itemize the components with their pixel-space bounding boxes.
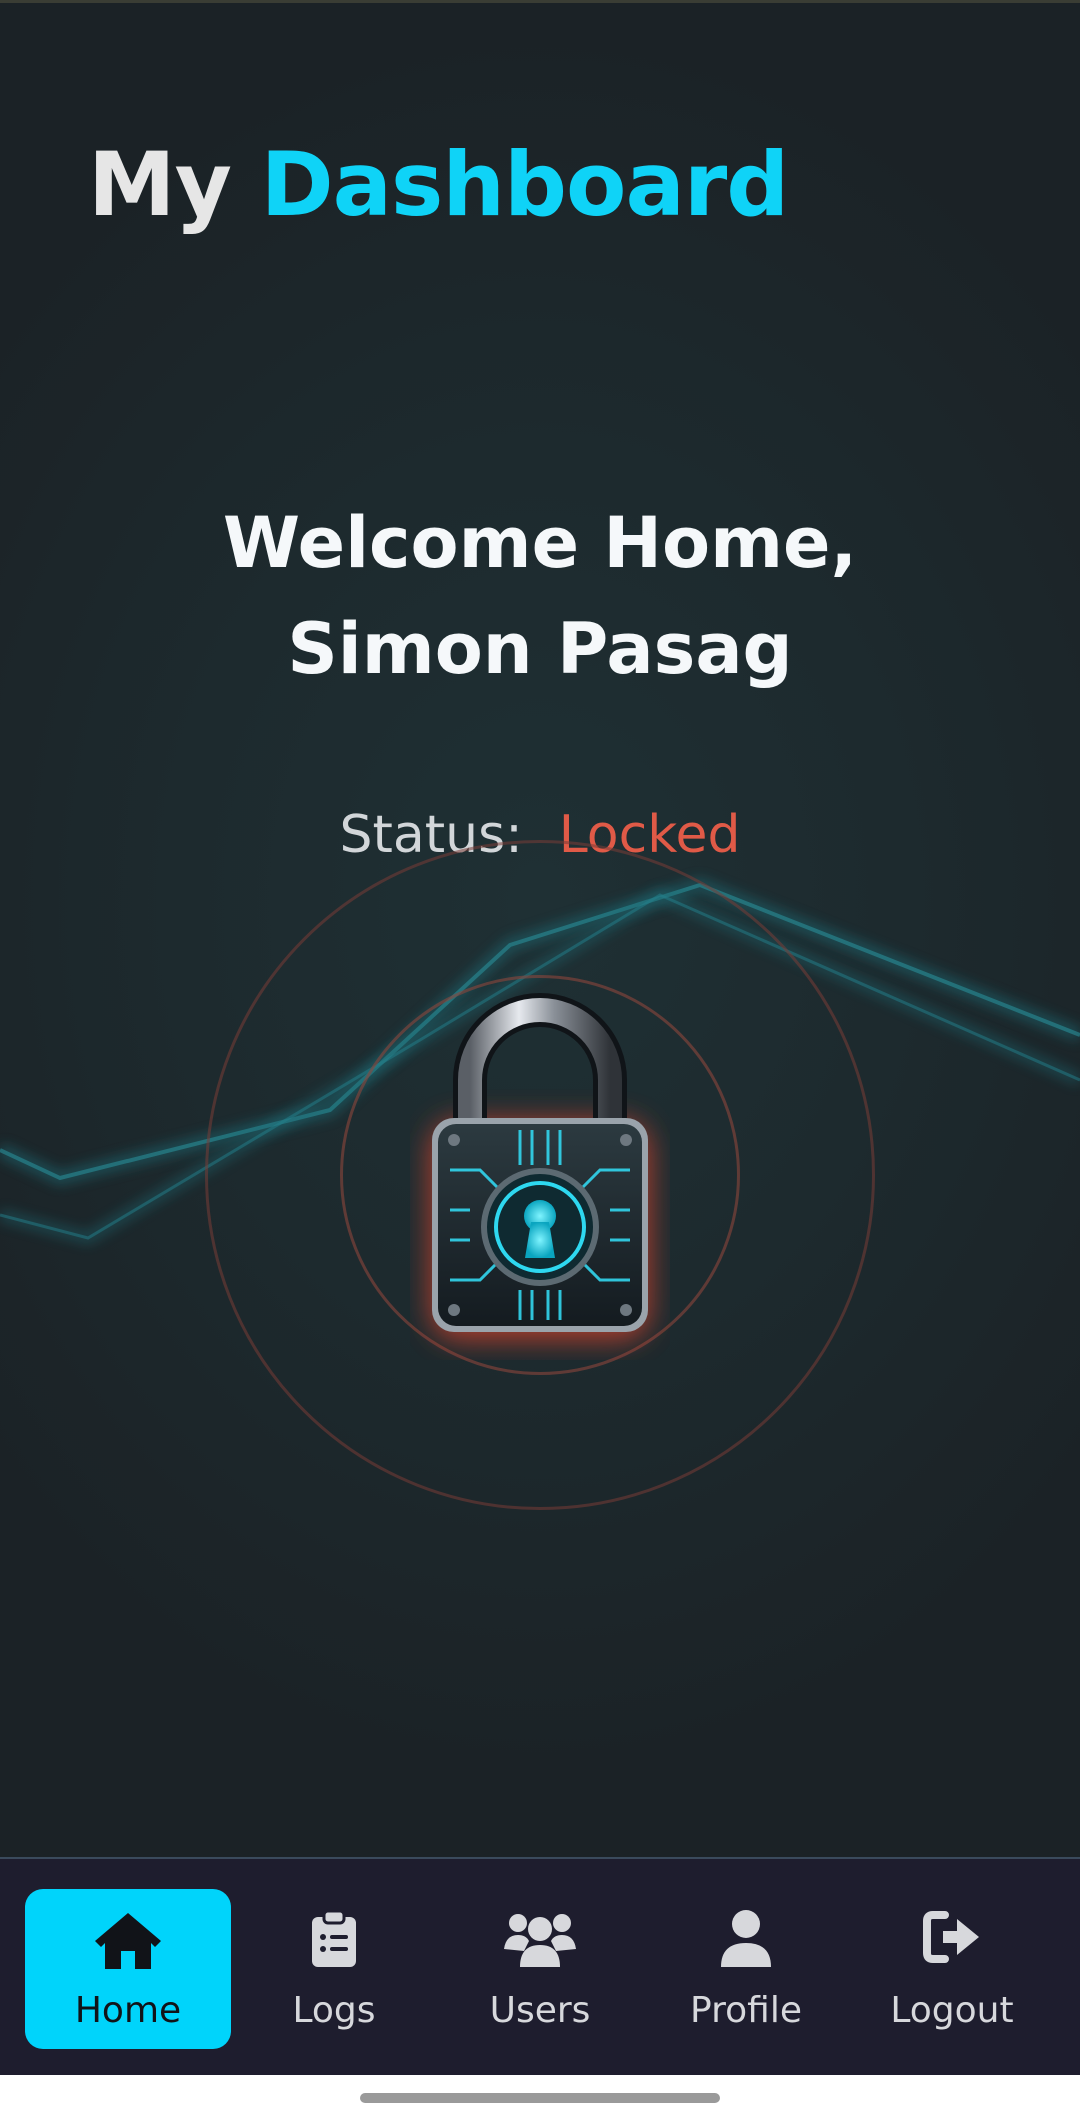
padlock-icon[interactable] [410,990,670,1360]
nav-logout[interactable]: Logout [849,1889,1055,2049]
nav-logs[interactable]: Logs [231,1889,437,2049]
welcome-heading: Welcome Home, Simon Pasag [222,502,858,690]
users-icon [504,1914,576,1967]
home-icon [95,1913,161,1969]
clipboard-list-icon [312,1909,356,1967]
dashboard-screen: My Dashboard Welcome Home, Simon Pasag S… [0,0,1080,1857]
nav-logs-label: Logs [292,1990,376,2031]
home-gesture-handle[interactable] [360,2093,720,2103]
nav-home-label: Home [74,1990,182,2031]
app-title-my: My [88,133,232,236]
nav-logout-label: Logout [890,1990,1014,2031]
nav-profile[interactable]: Profile [643,1889,849,2049]
app-title-dashboard: Dashboard [260,133,790,236]
bottom-navigation: Home Logs Users Profile Logout [0,1857,1080,2075]
nav-users-label: Users [489,1990,591,2031]
nav-home[interactable]: Home [25,1889,231,2049]
user-icon [721,1910,771,1967]
nav-users[interactable]: Users [437,1889,643,2049]
app-title: My Dashboard [88,130,790,240]
nav-profile-label: Profile [690,1990,802,2031]
logout-icon [923,1911,979,1963]
system-gesture-area [0,2075,1080,2122]
